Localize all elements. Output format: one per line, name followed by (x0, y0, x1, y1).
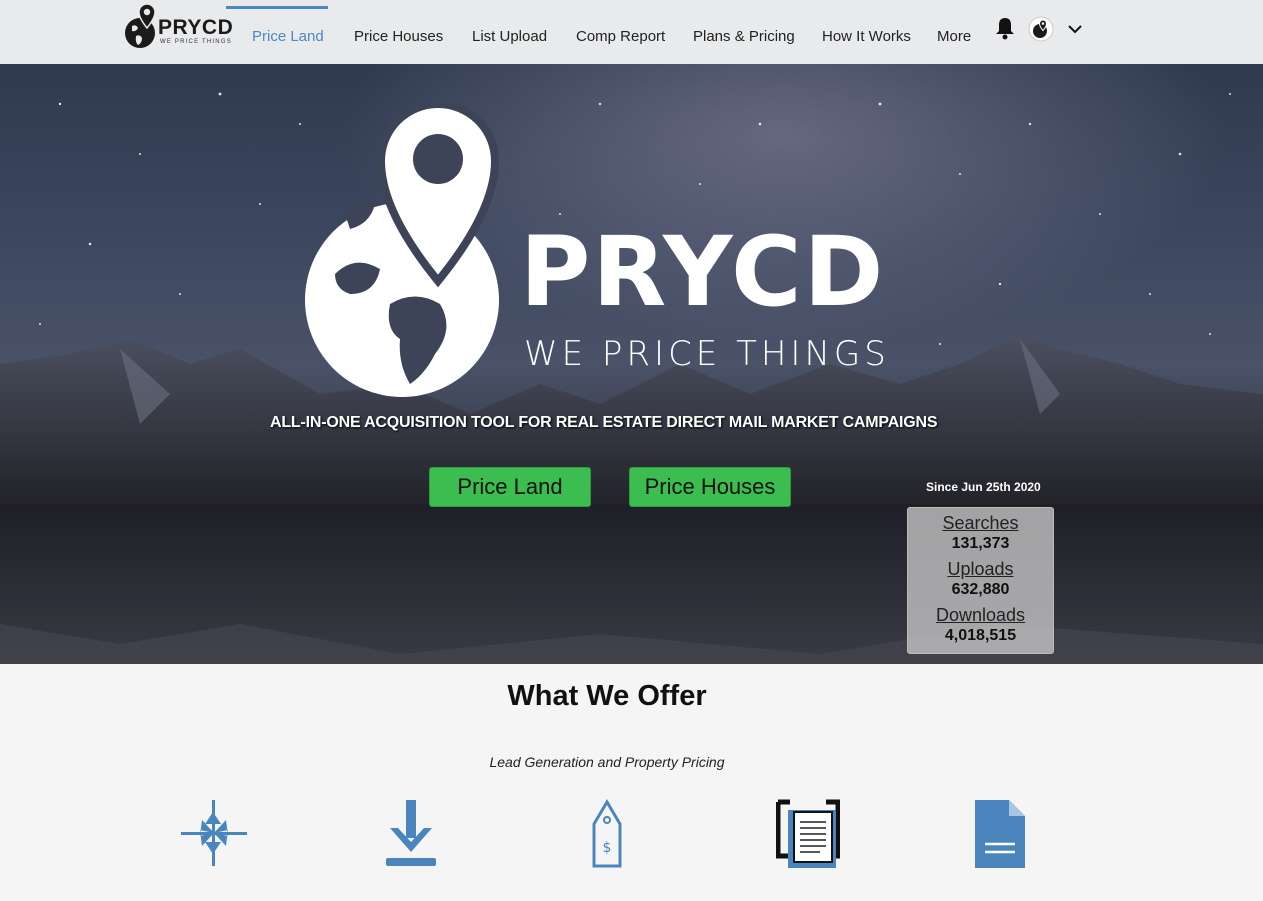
hero-pin-globe-logo-icon (305, 104, 500, 397)
document-bracket-icon (776, 799, 840, 868)
brand-tagline: WE PRICE THINGS (160, 39, 232, 45)
document-icon (975, 800, 1025, 868)
globe-avatar-icon[interactable] (1028, 16, 1054, 42)
nav-comp-report[interactable]: Comp Report (576, 28, 665, 45)
svg-text:$: $ (603, 840, 612, 856)
stat-uploads-value: 632,880 (951, 581, 1010, 598)
stat-downloads-value: 4,018,515 (944, 627, 1017, 644)
brand-logo[interactable]: PRYCD WE PRICE THINGS (124, 2, 233, 50)
price-tag-icon: $ (592, 799, 622, 868)
price-houses-button[interactable]: Price Houses (629, 467, 791, 507)
stats-panel: Searches 131,373 Uploads 632,880 Downloa… (907, 507, 1054, 654)
nav-plans-pricing[interactable]: Plans & Pricing (693, 28, 795, 45)
offer-title: What We Offer (507, 680, 707, 712)
hero-section: PRYCD WE PRICE THINGS ALL-IN-ONE ACQUISI… (0, 64, 1263, 664)
hero-brand-name: PRYCD (520, 216, 886, 328)
stats-since-label: Since Jun 25th 2020 (926, 480, 1041, 494)
price-land-button[interactable]: Price Land (429, 467, 591, 507)
bell-icon[interactable] (994, 16, 1016, 40)
brand-name: PRYCD (158, 16, 234, 39)
stat-downloads-link[interactable]: Downloads (908, 604, 1053, 626)
nav-list-upload[interactable]: List Upload (472, 28, 547, 45)
active-tab-indicator (226, 6, 328, 9)
stat-searches-value: 131,373 (951, 535, 1010, 552)
nav-price-land[interactable]: Price Land (252, 28, 324, 45)
pin-globe-logo-icon (125, 3, 156, 48)
offer-subtitle: Lead Generation and Property Pricing (489, 754, 725, 770)
top-navbar: PRYCD WE PRICE THINGS Price Land Price H… (0, 0, 1263, 64)
chevron-down-icon[interactable] (1068, 24, 1082, 34)
hero-subtitle: ALL-IN-ONE ACQUISITION TOOL FOR REAL EST… (270, 414, 938, 431)
stat-searches-link[interactable]: Searches (908, 512, 1053, 534)
download-icon (386, 800, 436, 866)
compress-arrows-icon (181, 800, 247, 866)
nav-more[interactable]: More (937, 28, 971, 45)
nav-price-houses[interactable]: Price Houses (354, 28, 443, 45)
hero-brand-tagline: WE PRICE THINGS (524, 334, 890, 374)
stat-uploads-link[interactable]: Uploads (908, 558, 1053, 580)
nav-how-it-works[interactable]: How It Works (822, 28, 911, 45)
